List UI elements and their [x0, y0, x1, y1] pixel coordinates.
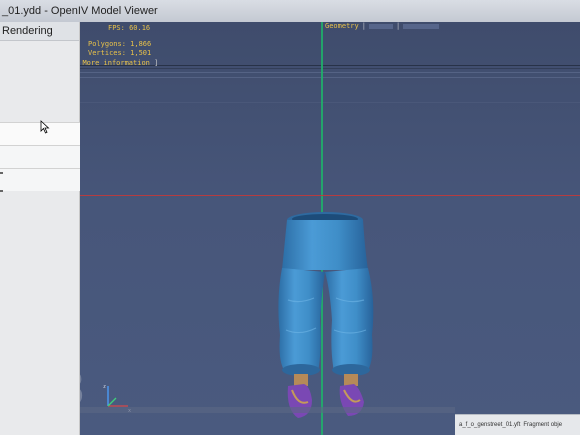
x-axis-line	[80, 195, 580, 196]
more-information-label: More information	[82, 59, 150, 67]
row-marker	[0, 172, 3, 174]
window-titlebar: _01.ydd - OpenIV Model Viewer	[0, 0, 580, 22]
left-panel: Rendering	[0, 22, 80, 435]
taskbar-file[interactable]: a_f_o_genstreet_01.yft	[459, 422, 520, 428]
grid-line	[80, 102, 580, 103]
tab-third[interactable]	[403, 23, 440, 29]
window-title: _01.ydd - OpenIV Model Viewer	[2, 5, 158, 17]
fps-readout: FPS: 60.16	[108, 24, 151, 32]
svg-text:z: z	[103, 384, 106, 390]
grid-line	[80, 72, 580, 73]
taskbar: a_f_o_genstreet_01.yft Fragment obje	[455, 414, 580, 435]
grid-line	[80, 77, 580, 78]
tab-geometry[interactable]: Geometry	[325, 22, 359, 30]
tab-separator: |	[395, 22, 401, 30]
vertices-readout: Vertices: 1,501	[88, 49, 152, 57]
more-information-link[interactable]: [ More information ]	[80, 59, 158, 67]
grid-line	[80, 68, 580, 69]
tab-separator: |	[361, 22, 366, 30]
3d-viewport[interactable]: FPS: 60.16 Polygons: 1,866 Vertices: 1,5…	[80, 22, 580, 435]
render-mode-tabs: Geometry | |	[325, 22, 440, 30]
panel-header-label: Rendering	[2, 25, 53, 37]
panel-row[interactable]	[0, 168, 80, 191]
viewport-bottom-bar	[80, 407, 455, 413]
panel-row[interactable]	[0, 145, 80, 168]
polygons-readout: Polygons: 1,866	[88, 40, 152, 48]
bracket-close: ]	[154, 59, 159, 67]
panel-header-rendering[interactable]: Rendering	[0, 22, 79, 41]
row-marker	[0, 190, 3, 192]
pants-model	[278, 212, 374, 418]
mouse-cursor-icon	[40, 120, 50, 134]
tab-second[interactable]	[368, 23, 393, 29]
taskbar-status[interactable]: Fragment obje	[523, 422, 562, 428]
